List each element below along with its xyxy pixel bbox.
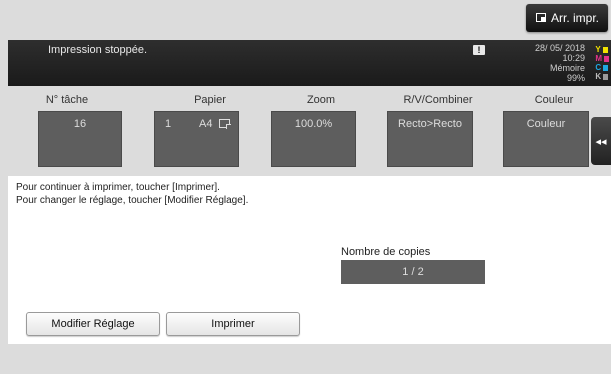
duplex-combine-box[interactable]: Recto>Recto	[387, 111, 473, 167]
status-bar: Impression stoppée. ! 28/ 05/ 2018 10:29…	[8, 40, 611, 86]
paper-orientation-icon	[219, 119, 231, 129]
memory-value: 99%	[566, 73, 585, 83]
memory-label: Mémoire	[549, 63, 585, 73]
status-message: Impression stoppée.	[48, 44, 148, 56]
top-strip	[0, 0, 611, 36]
duplex-combine-value: Recto>Recto	[398, 118, 462, 130]
printer-icon	[535, 12, 547, 24]
message-panel: Pour continuer à imprimer, toucher [Impr…	[8, 176, 611, 344]
label-paper: Papier	[194, 94, 226, 106]
time: 10:29	[562, 53, 585, 63]
toner-m-label: M	[595, 54, 602, 63]
toner-y-label: Y	[595, 45, 601, 54]
toner-c-label: C	[595, 63, 602, 72]
toner-k-bar	[603, 73, 609, 80]
paper-tray: 1	[165, 118, 172, 130]
stop-print-button[interactable]: Arr. impr.	[526, 4, 608, 32]
settings-labels: N° tâche Papier Zoom R/V/Combiner Couleu…	[8, 94, 611, 110]
zoom-box[interactable]: 100.0%	[271, 111, 356, 167]
modify-settings-button[interactable]: Modifier Réglage	[26, 312, 160, 336]
label-job-number: N° tâche	[45, 94, 89, 106]
print-button[interactable]: Imprimer	[166, 312, 300, 336]
double-chevron-left-icon: ◂◂	[595, 135, 607, 148]
paper-size: A4	[199, 118, 213, 130]
zoom-value: 100.0%	[294, 118, 333, 130]
label-duplex-combine: R/V/Combiner	[403, 94, 473, 106]
toner-c-bar	[603, 64, 609, 71]
date: 28/ 05/ 2018	[534, 43, 585, 53]
paper-box[interactable]: 1 A4	[154, 111, 239, 167]
job-number-box: 16	[38, 111, 122, 167]
copies-value: 1 / 2	[341, 260, 485, 284]
color-value: Couleur	[526, 118, 566, 130]
label-zoom: Zoom	[306, 94, 336, 106]
warning-icon[interactable]: !	[473, 45, 485, 55]
toner-levels: Y M C K	[595, 45, 609, 81]
instruction-text: Pour continuer à imprimer, toucher [Impr…	[16, 181, 248, 207]
stop-print-label: Arr. impr.	[550, 11, 599, 25]
datetime-memory: 28/ 05/ 2018 10:29 Mémoire 99%	[535, 43, 585, 83]
instruction-line-2: Pour changer le réglage, toucher [Modifi…	[16, 195, 249, 206]
side-panel-tab[interactable]: ◂◂	[591, 117, 611, 165]
copies-label: Nombre de copies	[341, 246, 431, 258]
label-color: Couleur	[534, 94, 574, 106]
toner-k-label: K	[595, 72, 602, 81]
toner-m-bar	[604, 55, 609, 62]
job-number-value: 16	[73, 118, 87, 130]
color-box[interactable]: Couleur	[503, 111, 589, 167]
instruction-line-1: Pour continuer à imprimer, toucher [Impr…	[16, 182, 220, 193]
toner-y-bar	[602, 46, 608, 53]
